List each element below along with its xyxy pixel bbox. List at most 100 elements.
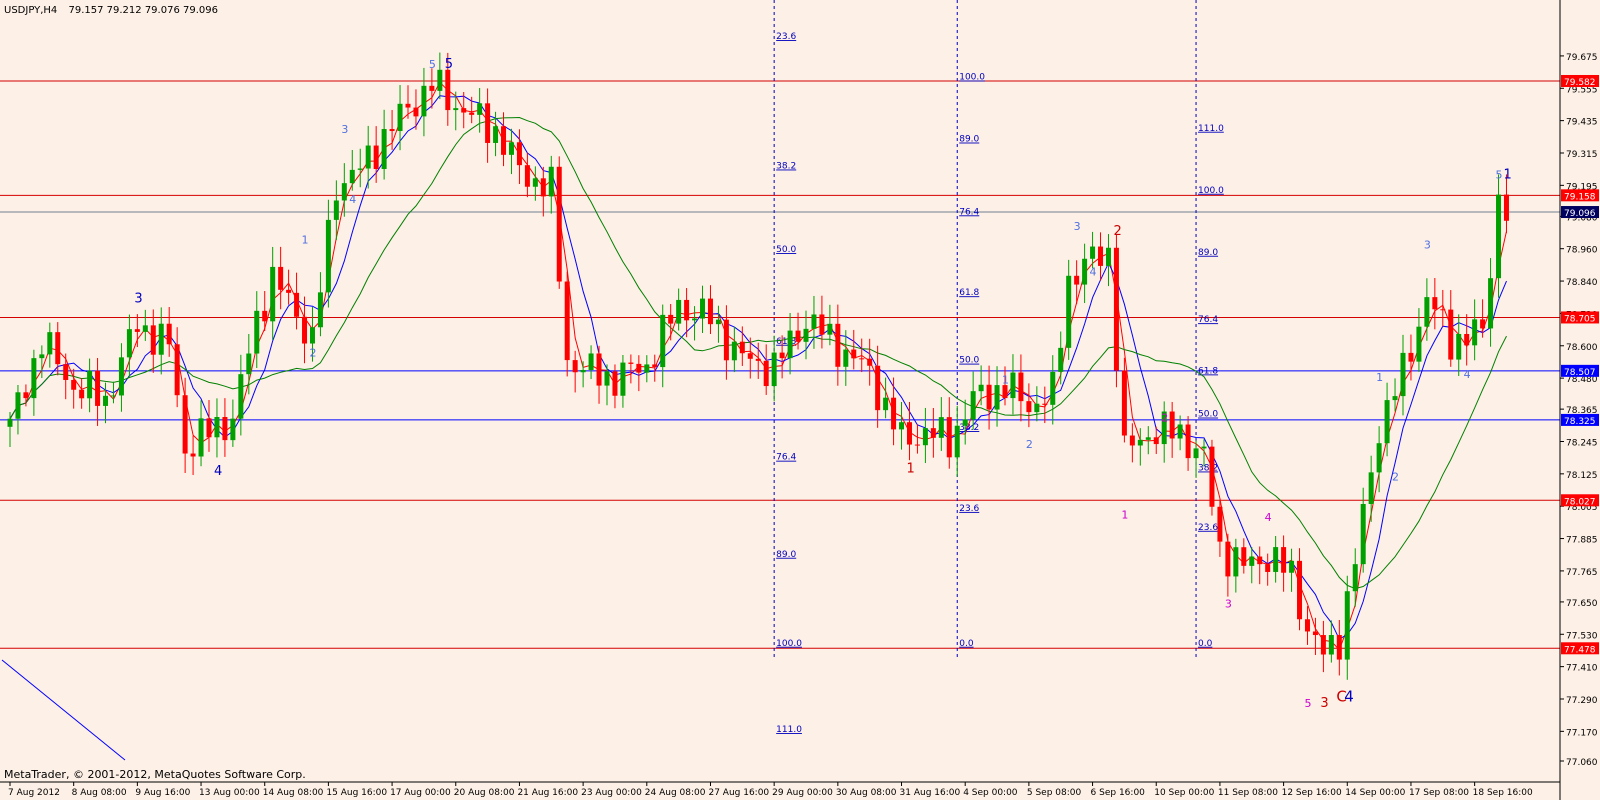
candle-body[interactable]: [1384, 400, 1390, 444]
candle-body[interactable]: [556, 166, 562, 282]
candle-body[interactable]: [620, 362, 626, 396]
candle-body[interactable]: [636, 363, 642, 373]
candle-body[interactable]: [1336, 635, 1342, 660]
candle-body[interactable]: [182, 395, 188, 454]
candle-body[interactable]: [31, 358, 37, 399]
candle-body[interactable]: [493, 126, 499, 143]
candle-body[interactable]: [214, 417, 220, 438]
candle-body[interactable]: [930, 428, 936, 438]
candle-body[interactable]: [739, 341, 745, 354]
candle-body[interactable]: [883, 397, 889, 411]
candle-body[interactable]: [564, 281, 570, 361]
candle-body[interactable]: [286, 289, 292, 293]
candle-body[interactable]: [1344, 591, 1350, 660]
candle-body[interactable]: [1289, 560, 1295, 573]
candle-body[interactable]: [747, 353, 753, 359]
candle-body[interactable]: [302, 316, 308, 344]
candle-body[interactable]: [1082, 258, 1088, 285]
candle-body[interactable]: [731, 341, 737, 361]
candle-body[interactable]: [715, 319, 721, 325]
candle-body[interactable]: [71, 379, 77, 390]
candle-body[interactable]: [1320, 635, 1326, 655]
candle-body[interactable]: [1098, 246, 1104, 266]
candle-body[interactable]: [230, 418, 236, 441]
candle-body[interactable]: [206, 418, 212, 438]
candle-body[interactable]: [707, 298, 713, 325]
candle-body[interactable]: [110, 395, 116, 397]
candle-body[interactable]: [262, 310, 268, 322]
candle-body[interactable]: [1312, 631, 1318, 636]
candle-body[interactable]: [1432, 297, 1438, 310]
candle-body[interactable]: [779, 352, 785, 359]
candle-body[interactable]: [1090, 246, 1096, 259]
candle-body[interactable]: [1480, 319, 1486, 329]
candle-body[interactable]: [994, 385, 1000, 410]
candle-body[interactable]: [1145, 437, 1151, 440]
candle-body[interactable]: [325, 219, 331, 293]
candle-body[interactable]: [381, 129, 387, 169]
candle-body[interactable]: [1304, 619, 1310, 632]
candle-body[interactable]: [1153, 437, 1159, 445]
candle-body[interactable]: [357, 168, 363, 170]
candle-body[interactable]: [437, 69, 443, 91]
candle-body[interactable]: [501, 126, 507, 155]
candle-body[interactable]: [1273, 547, 1279, 572]
candle-body[interactable]: [604, 371, 610, 386]
candle-body[interactable]: [524, 165, 530, 187]
candle-body[interactable]: [596, 353, 602, 386]
candle-body[interactable]: [1018, 372, 1024, 402]
candle-body[interactable]: [1034, 403, 1040, 413]
candle-body[interactable]: [1496, 194, 1502, 279]
candle-body[interactable]: [1368, 472, 1374, 504]
candle-body[interactable]: [1185, 424, 1191, 459]
candle-body[interactable]: [222, 417, 228, 441]
candle-body[interactable]: [532, 178, 538, 187]
candle-body[interactable]: [986, 384, 992, 410]
candle-body[interactable]: [1352, 564, 1358, 592]
candle-body[interactable]: [1297, 560, 1303, 620]
candle-body[interactable]: [126, 329, 132, 358]
candle-body[interactable]: [795, 330, 801, 342]
candle-body[interactable]: [278, 266, 284, 290]
candle-body[interactable]: [660, 314, 666, 368]
candle-body[interactable]: [508, 142, 514, 155]
candle-body[interactable]: [485, 103, 491, 143]
candle-body[interactable]: [349, 169, 355, 184]
candle-body[interactable]: [906, 422, 912, 445]
candle-body[interactable]: [1137, 439, 1143, 446]
candle-body[interactable]: [1209, 446, 1215, 507]
candle-body[interactable]: [1281, 547, 1287, 573]
candle-body[interactable]: [851, 349, 857, 359]
candle-body[interactable]: [1416, 326, 1422, 362]
candle-body[interactable]: [763, 360, 769, 387]
candle-body[interactable]: [668, 314, 674, 324]
candle-body[interactable]: [946, 417, 952, 458]
candle-body[interactable]: [134, 329, 140, 332]
candle-body[interactable]: [150, 325, 156, 355]
candle-body[interactable]: [174, 344, 180, 396]
candle-body[interactable]: [1257, 556, 1263, 565]
candle-body[interactable]: [1328, 635, 1334, 655]
candle-body[interactable]: [63, 364, 69, 380]
candle-body[interactable]: [429, 85, 435, 91]
candle-body[interactable]: [198, 418, 204, 457]
candle-body[interactable]: [859, 358, 865, 360]
candle-body[interactable]: [652, 364, 658, 368]
candle-body[interactable]: [341, 183, 347, 201]
candle-body[interactable]: [1249, 556, 1255, 566]
candle-body[interactable]: [55, 332, 61, 365]
candle-body[interactable]: [1376, 443, 1382, 473]
candle-body[interactable]: [87, 370, 93, 399]
candle-body[interactable]: [628, 362, 634, 364]
candle-body[interactable]: [166, 323, 172, 345]
candle-body[interactable]: [254, 310, 260, 354]
candle-body[interactable]: [421, 85, 427, 117]
candle-body[interactable]: [1448, 309, 1454, 360]
candle-body[interactable]: [1408, 352, 1414, 362]
candle-body[interactable]: [787, 330, 793, 359]
candle-body[interactable]: [23, 392, 29, 399]
candle-body[interactable]: [827, 323, 833, 335]
price-chart[interactable]: 23.638.250.061.876.489.0100.0111.0100.08…: [0, 0, 1600, 800]
candle-body[interactable]: [867, 358, 873, 366]
candle-body[interactable]: [365, 145, 371, 169]
